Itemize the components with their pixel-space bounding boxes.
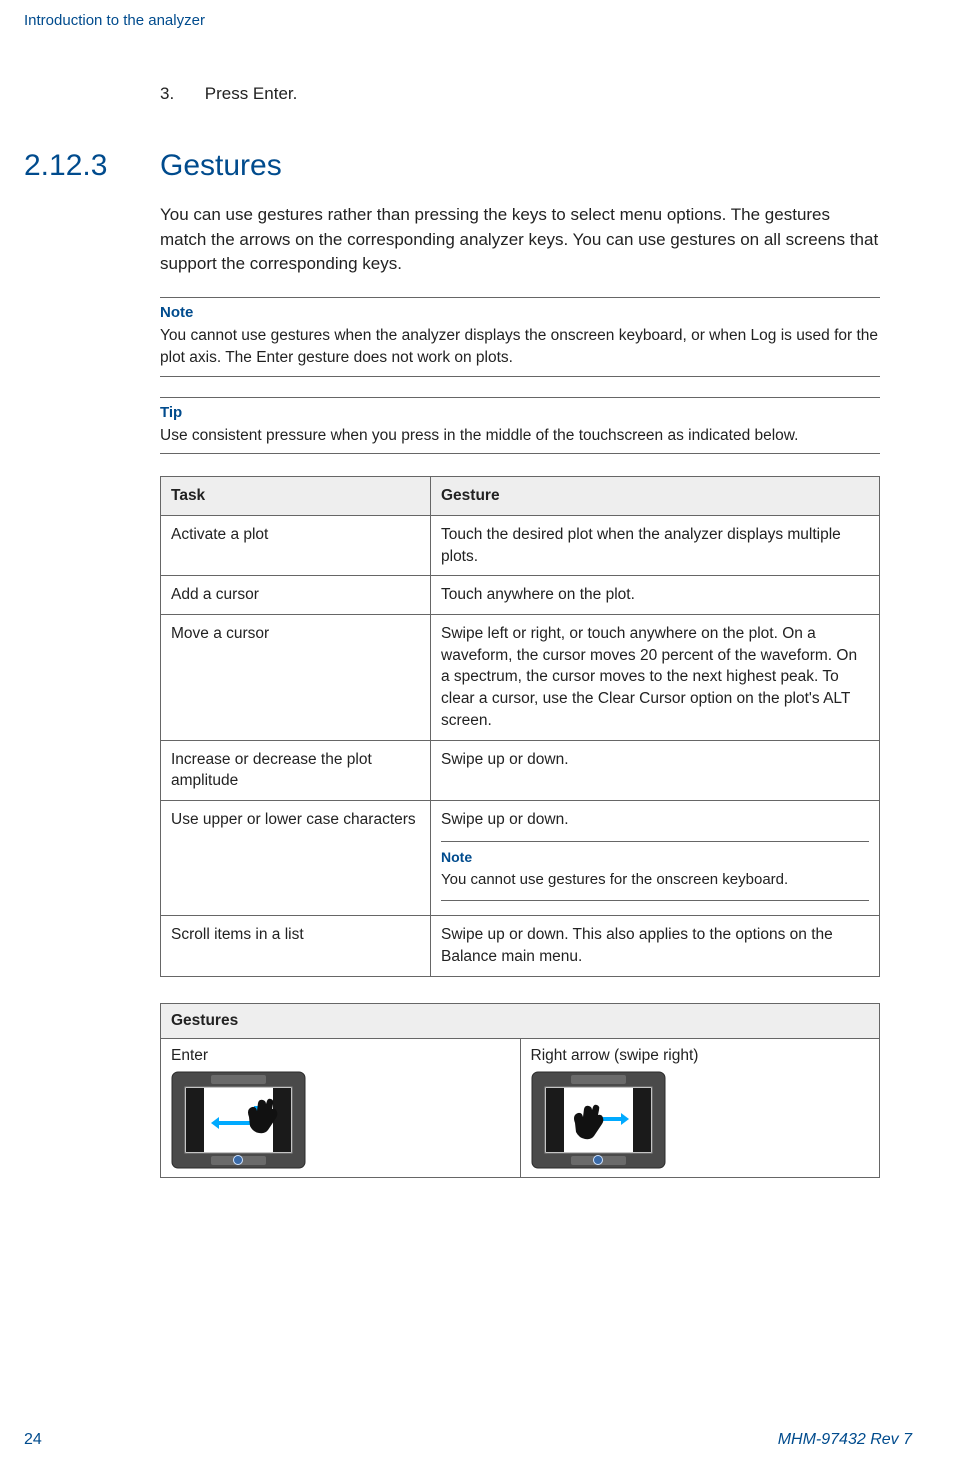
cell-task: Activate a plot bbox=[161, 516, 431, 576]
cell-note-rule-bottom bbox=[441, 900, 869, 901]
th-gestures: Gestures bbox=[161, 1003, 880, 1038]
task-gesture-table: Task Gesture Activate a plot Touch the d… bbox=[160, 476, 880, 976]
cell-note-body: You cannot use gestures for the onscreen… bbox=[441, 869, 869, 890]
th-gesture: Gesture bbox=[431, 477, 880, 516]
cell-gesture: Swipe up or down. This also applies to t… bbox=[431, 916, 880, 976]
cell-task: Add a cursor bbox=[161, 576, 431, 615]
table-row: Add a cursor Touch anywhere on the plot. bbox=[161, 576, 880, 615]
cell-gesture: Swipe up or down. Note You cannot use ge… bbox=[431, 800, 880, 915]
cell-gesture: Swipe up or down. bbox=[431, 740, 880, 800]
step-number: 3. bbox=[160, 84, 200, 104]
tip-body: Use consistent pressure when you press i… bbox=[160, 425, 880, 447]
table-row: Activate a plot Touch the desired plot w… bbox=[161, 516, 880, 576]
table-row: Increase or decrease the plot amplitude … bbox=[161, 740, 880, 800]
document-revision: MHM-97432 Rev 7 bbox=[778, 1431, 912, 1449]
tip-rule-top bbox=[160, 397, 880, 398]
step-3-line: 3. Press Enter. bbox=[160, 84, 912, 104]
intro-paragraph: You can use gestures rather than pressin… bbox=[160, 203, 880, 277]
section-number: 2.12.3 bbox=[24, 149, 160, 183]
note-rule-bottom bbox=[160, 376, 880, 377]
page-number: 24 bbox=[24, 1431, 42, 1449]
table-row: Use upper or lower case characters Swipe… bbox=[161, 800, 880, 915]
page-footer: 24 MHM-97432 Rev 7 bbox=[24, 1431, 912, 1449]
tip-label: Tip bbox=[160, 404, 912, 421]
content-area: 3. Press Enter. 2.12.3 Gestures You can … bbox=[160, 84, 912, 1178]
note-label: Note bbox=[160, 304, 912, 321]
cell-task: Increase or decrease the plot amplitude bbox=[161, 740, 431, 800]
step-enter-word: Enter bbox=[253, 84, 293, 103]
note-rule-top bbox=[160, 297, 880, 298]
cell-task: Move a cursor bbox=[161, 615, 431, 740]
note-body: You cannot use gestures when the analyze… bbox=[160, 325, 880, 370]
cell-task: Scroll items in a list bbox=[161, 916, 431, 976]
section-title: Gestures bbox=[160, 149, 282, 183]
gesture-label-enter: Enter bbox=[171, 1047, 510, 1065]
step-text-a: Press bbox=[205, 84, 253, 103]
th-task: Task bbox=[161, 477, 431, 516]
table-row: Move a cursor Swipe left or right, or to… bbox=[161, 615, 880, 740]
cell-note-rule-top bbox=[441, 841, 869, 842]
tip-rule-bottom bbox=[160, 453, 880, 454]
cell-right-arrow: Right arrow (swipe right) bbox=[520, 1038, 880, 1177]
cell-task: Use upper or lower case characters bbox=[161, 800, 431, 915]
cell-gesture: Touch anywhere on the plot. bbox=[431, 576, 880, 615]
page: Introduction to the analyzer 3. Press En… bbox=[0, 0, 976, 1467]
cell-gesture: Touch the desired plot when the analyzer… bbox=[431, 516, 880, 576]
device-illustration-enter bbox=[171, 1071, 306, 1169]
gesture-label-right: Right arrow (swipe right) bbox=[531, 1047, 870, 1065]
running-header: Introduction to the analyzer bbox=[24, 12, 912, 29]
gestures-illustration-table: Gestures Enter bbox=[160, 1003, 880, 1178]
cell-gesture: Swipe left or right, or touch anywhere o… bbox=[431, 615, 880, 740]
device-illustration-right bbox=[531, 1071, 666, 1169]
cell-enter: Enter bbox=[161, 1038, 521, 1177]
cell-gesture-text: Swipe up or down. bbox=[441, 809, 869, 831]
section-heading-row: 2.12.3 Gestures bbox=[24, 149, 912, 183]
table-row: Enter bbox=[161, 1038, 880, 1177]
cell-note-label: Note bbox=[441, 848, 869, 868]
table-row: Scroll items in a list Swipe up or down.… bbox=[161, 916, 880, 976]
clear-cursor-term: Clear Cursor bbox=[598, 690, 686, 707]
step-text-c: . bbox=[293, 84, 298, 103]
